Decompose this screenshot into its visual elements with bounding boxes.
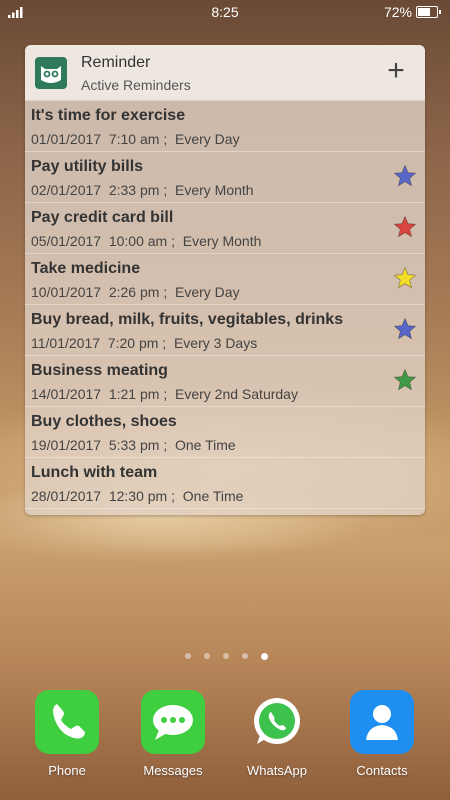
reminder-title: Buy bread, milk, fruits, vegitables, dri… — [31, 311, 344, 328]
phone-icon[interactable] — [35, 690, 99, 754]
reminder-repeat: Every Month — [182, 233, 262, 249]
reminder-schedule: 05/01/2017 10:00 am ; Every Month — [31, 233, 261, 249]
battery-icon — [416, 6, 441, 18]
dock-label: WhatsApp — [247, 763, 307, 778]
dock-whatsapp[interactable]: WhatsApp — [232, 690, 322, 778]
reminder-row[interactable]: Take medicine 10/01/2017 2:26 pm ; Every … — [25, 254, 425, 305]
reminder-row[interactable]: Buy clothes, shoes 19/01/2017 5:33 pm ; O… — [25, 407, 425, 458]
priority-star-icon[interactable] — [393, 266, 417, 290]
page-dot[interactable] — [204, 653, 210, 659]
reminder-datetime: 01/01/2017 7:10 am ; — [31, 131, 168, 147]
dock-label: Phone — [48, 763, 86, 778]
widget-subtitle: Active Reminders — [81, 77, 191, 93]
priority-star-icon[interactable] — [393, 368, 417, 392]
priority-star-icon[interactable] — [393, 317, 417, 341]
widget-title: Reminder — [81, 54, 151, 71]
reminder-row[interactable]: Lunch with team 28/01/2017 12:30 pm ; One… — [25, 458, 425, 509]
reminder-datetime: 05/01/2017 10:00 am ; — [31, 233, 175, 249]
reminder-repeat: Every Day — [175, 284, 240, 300]
reminder-title: Lunch with team — [31, 464, 158, 481]
reminder-title: Business meating — [31, 362, 168, 379]
battery-percent: 72% — [383, 4, 412, 20]
whatsapp-icon[interactable] — [245, 690, 309, 754]
owl-app-icon[interactable] — [35, 57, 67, 89]
reminder-row[interactable]: Pay credit card bill 05/01/2017 10:00 am … — [25, 203, 425, 254]
reminder-datetime: 14/01/2017 1:21 pm ; — [31, 386, 168, 402]
reminder-repeat: Every 3 Days — [173, 335, 258, 351]
reminder-list: It's time for exercise 01/01/2017 7:10 am… — [25, 101, 425, 509]
reminder-repeat: One Time — [175, 437, 236, 453]
status-time: 8:25 — [211, 4, 239, 20]
status-bar: 8:25 72% — [0, 0, 450, 24]
reminder-title: Pay credit card bill — [31, 209, 174, 226]
reminder-row[interactable]: Buy bread, milk, fruits, vegitables, dri… — [25, 305, 425, 356]
reminder-repeat: Every 2nd Saturday — [175, 386, 298, 402]
reminder-schedule: 02/01/2017 2:33 pm ; Every Month — [31, 182, 254, 198]
reminder-title: Pay utility bills — [31, 158, 144, 175]
dock-messages[interactable]: Messages — [128, 690, 218, 778]
reminder-schedule: 14/01/2017 1:21 pm ; Every 2nd Saturday — [31, 386, 298, 402]
reminder-row[interactable]: Pay utility bills 02/01/2017 2:33 pm ; Ev… — [25, 152, 425, 203]
page-dot[interactable] — [223, 653, 229, 659]
reminder-datetime: 19/01/2017 5:33 pm ; — [31, 437, 168, 453]
reminder-datetime: 11/01/2017 7:20 pm ; — [31, 335, 167, 351]
reminder-title: Take medicine — [31, 260, 141, 277]
reminder-datetime: 28/01/2017 12:30 pm ; — [31, 488, 175, 504]
reminder-repeat: Every Day — [175, 131, 240, 147]
reminder-widget: Reminder Active Reminders + It's time fo… — [25, 45, 425, 515]
reminder-row[interactable]: It's time for exercise 01/01/2017 7:10 am… — [25, 101, 425, 152]
messages-icon[interactable] — [141, 690, 205, 754]
reminder-repeat: Every Month — [175, 182, 254, 198]
reminder-repeat: One Time — [182, 488, 244, 504]
reminder-schedule: 10/01/2017 2:26 pm ; Every Day — [31, 284, 240, 300]
reminder-datetime: 02/01/2017 2:33 pm ; — [31, 182, 168, 198]
contacts-icon[interactable] — [350, 690, 414, 754]
dock-label: Messages — [143, 763, 203, 778]
priority-star-icon[interactable] — [393, 215, 417, 239]
page-dot[interactable] — [242, 653, 248, 659]
reminder-title: It's time for exercise — [31, 107, 186, 124]
reminder-title: Buy clothes, shoes — [31, 413, 177, 430]
page-dot[interactable] — [185, 653, 191, 659]
dock-contacts[interactable]: Contacts — [337, 690, 427, 778]
reminder-schedule: 19/01/2017 5:33 pm ; One Time — [31, 437, 236, 453]
reminder-row[interactable]: Business meating 14/01/2017 1:21 pm ; Eve… — [25, 356, 425, 407]
widget-header: Reminder Active Reminders + — [25, 45, 425, 101]
reminder-datetime: 10/01/2017 2:26 pm ; — [31, 284, 168, 300]
priority-star-icon[interactable] — [393, 164, 417, 188]
reminder-schedule: 01/01/2017 7:10 am ; Every Day — [31, 131, 240, 147]
page-dot-active[interactable] — [261, 652, 268, 660]
dock-phone[interactable]: Phone — [22, 690, 112, 778]
reminder-schedule: 28/01/2017 12:30 pm ; One Time — [31, 488, 243, 504]
add-reminder-button[interactable]: + — [379, 55, 413, 89]
dock-label: Contacts — [356, 763, 408, 778]
reminder-schedule: 11/01/2017 7:20 pm ; Every 3 Days — [31, 335, 257, 351]
